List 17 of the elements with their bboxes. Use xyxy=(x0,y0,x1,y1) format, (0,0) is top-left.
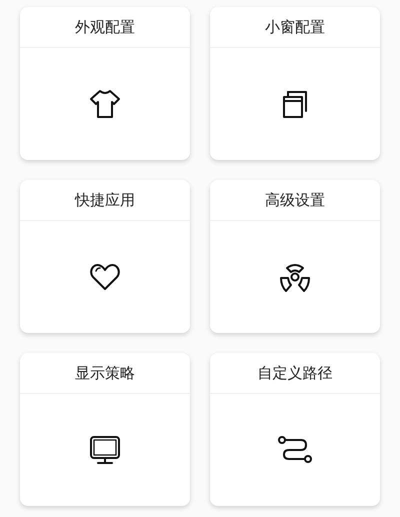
card-title: 高级设置 xyxy=(265,190,325,210)
heart-icon xyxy=(89,262,121,292)
settings-card[interactable]: 高级设置 xyxy=(210,180,380,333)
settings-card[interactable]: 快捷应用 xyxy=(20,180,190,333)
monitor-icon xyxy=(88,434,122,466)
settings-card[interactable]: 自定义路径 xyxy=(210,353,380,506)
settings-card[interactable]: 小窗配置 xyxy=(210,7,380,160)
card-title: 外观配置 xyxy=(75,18,135,36)
card-title: 快捷应用 xyxy=(75,190,135,210)
settings-card[interactable]: 显示策略 xyxy=(20,353,190,506)
windows-icon xyxy=(281,89,309,119)
card-title: 显示策略 xyxy=(75,364,135,382)
settings-card[interactable]: 外观配置 xyxy=(20,7,190,160)
route-icon xyxy=(277,435,313,465)
t-shirt-icon xyxy=(89,89,121,119)
card-title: 自定义路径 xyxy=(258,364,332,382)
card-title: 小窗配置 xyxy=(265,18,325,36)
